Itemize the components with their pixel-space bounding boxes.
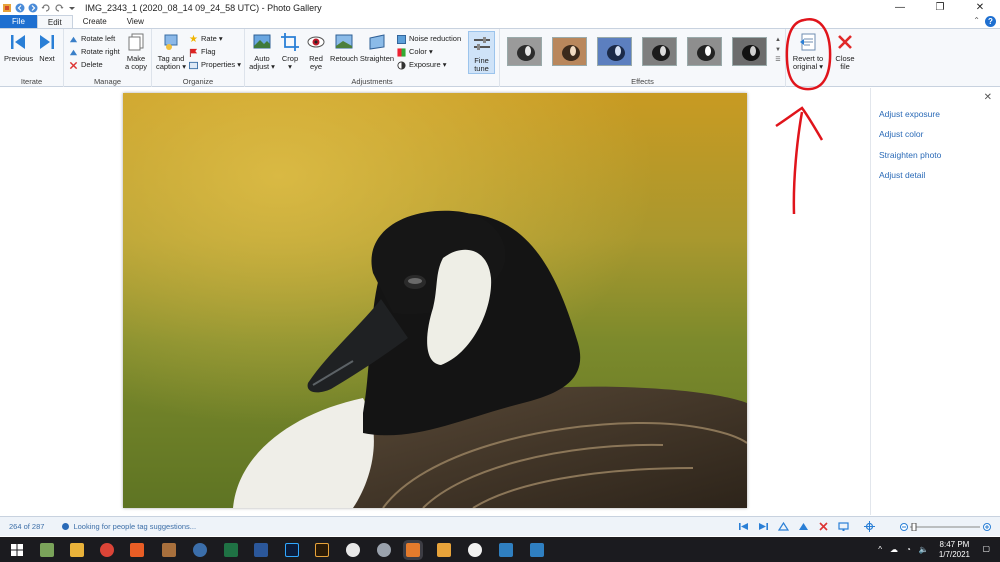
photo-count: 264 of 287 [9, 522, 45, 531]
photo-gallery-icon[interactable] [406, 543, 420, 557]
volume-icon[interactable]: 🔈 [919, 545, 929, 554]
annotation-arrow [792, 111, 804, 215]
app-icon[interactable] [377, 543, 391, 557]
adjust-detail-link[interactable]: Adjust detail [879, 170, 925, 180]
network-icon[interactable]: ◔ [906, 545, 911, 554]
clock[interactable]: 8:47 PM 1/7/2021 [939, 540, 970, 560]
slideshow-icon[interactable] [838, 521, 849, 532]
cloud-icon[interactable]: ☁ [890, 545, 898, 554]
file-explorer-icon[interactable] [70, 543, 84, 557]
adjust-color-link[interactable]: Adjust color [879, 129, 923, 139]
video-app-icon[interactable] [437, 543, 451, 557]
rotate-left-icon[interactable] [778, 521, 789, 532]
delete-icon[interactable] [818, 521, 829, 532]
zoom-slider[interactable] [900, 523, 992, 531]
word-icon[interactable] [254, 543, 268, 557]
photos-app-icon[interactable] [40, 543, 54, 557]
adjust-exposure-link[interactable]: Adjust exposure [879, 109, 940, 119]
next-icon[interactable] [758, 521, 769, 532]
start-icon[interactable] [10, 543, 24, 557]
status-bar: 264 of 287 Looking for people tag sugges… [0, 516, 1000, 536]
itunes-icon[interactable] [346, 543, 360, 557]
cloud-app-icon[interactable] [499, 543, 513, 557]
notification-icon[interactable]: ▢ [982, 544, 990, 553]
status-message: Looking for people tag suggestions... [62, 522, 196, 531]
info-icon [62, 523, 70, 530]
straighten-photo-link[interactable]: Straighten photo [879, 150, 941, 160]
bridge-icon[interactable] [315, 543, 329, 557]
excel-icon[interactable] [224, 543, 238, 557]
clock-app-icon[interactable] [468, 543, 482, 557]
annotation-overlay [775, 18, 832, 215]
annotation-circle [785, 18, 832, 91]
close-panel-icon[interactable]: ✕ [984, 92, 992, 103]
cloud-app-icon[interactable] [530, 543, 544, 557]
rotate-right-icon[interactable] [798, 521, 809, 532]
firefox-icon[interactable] [193, 543, 207, 557]
system-tray: ^ ☁ ◔ 🔈 8:47 PM 1/7/2021 ▢ [878, 537, 1000, 562]
office-icon[interactable] [130, 543, 144, 557]
fine-tune-panel: ✕ Adjust exposure Adjust color Straighte… [870, 88, 1000, 515]
photoshop-icon[interactable] [285, 543, 299, 557]
chrome-icon[interactable] [100, 543, 114, 557]
taskbar: ^ ☁ ◔ 🔈 8:47 PM 1/7/2021 ▢ [0, 537, 1000, 562]
status-toolbar [738, 521, 875, 532]
chevron-up-icon[interactable]: ^ [878, 545, 882, 554]
previous-icon[interactable] [738, 521, 749, 532]
app-icon[interactable] [162, 543, 176, 557]
actual-size-icon[interactable] [864, 521, 875, 532]
